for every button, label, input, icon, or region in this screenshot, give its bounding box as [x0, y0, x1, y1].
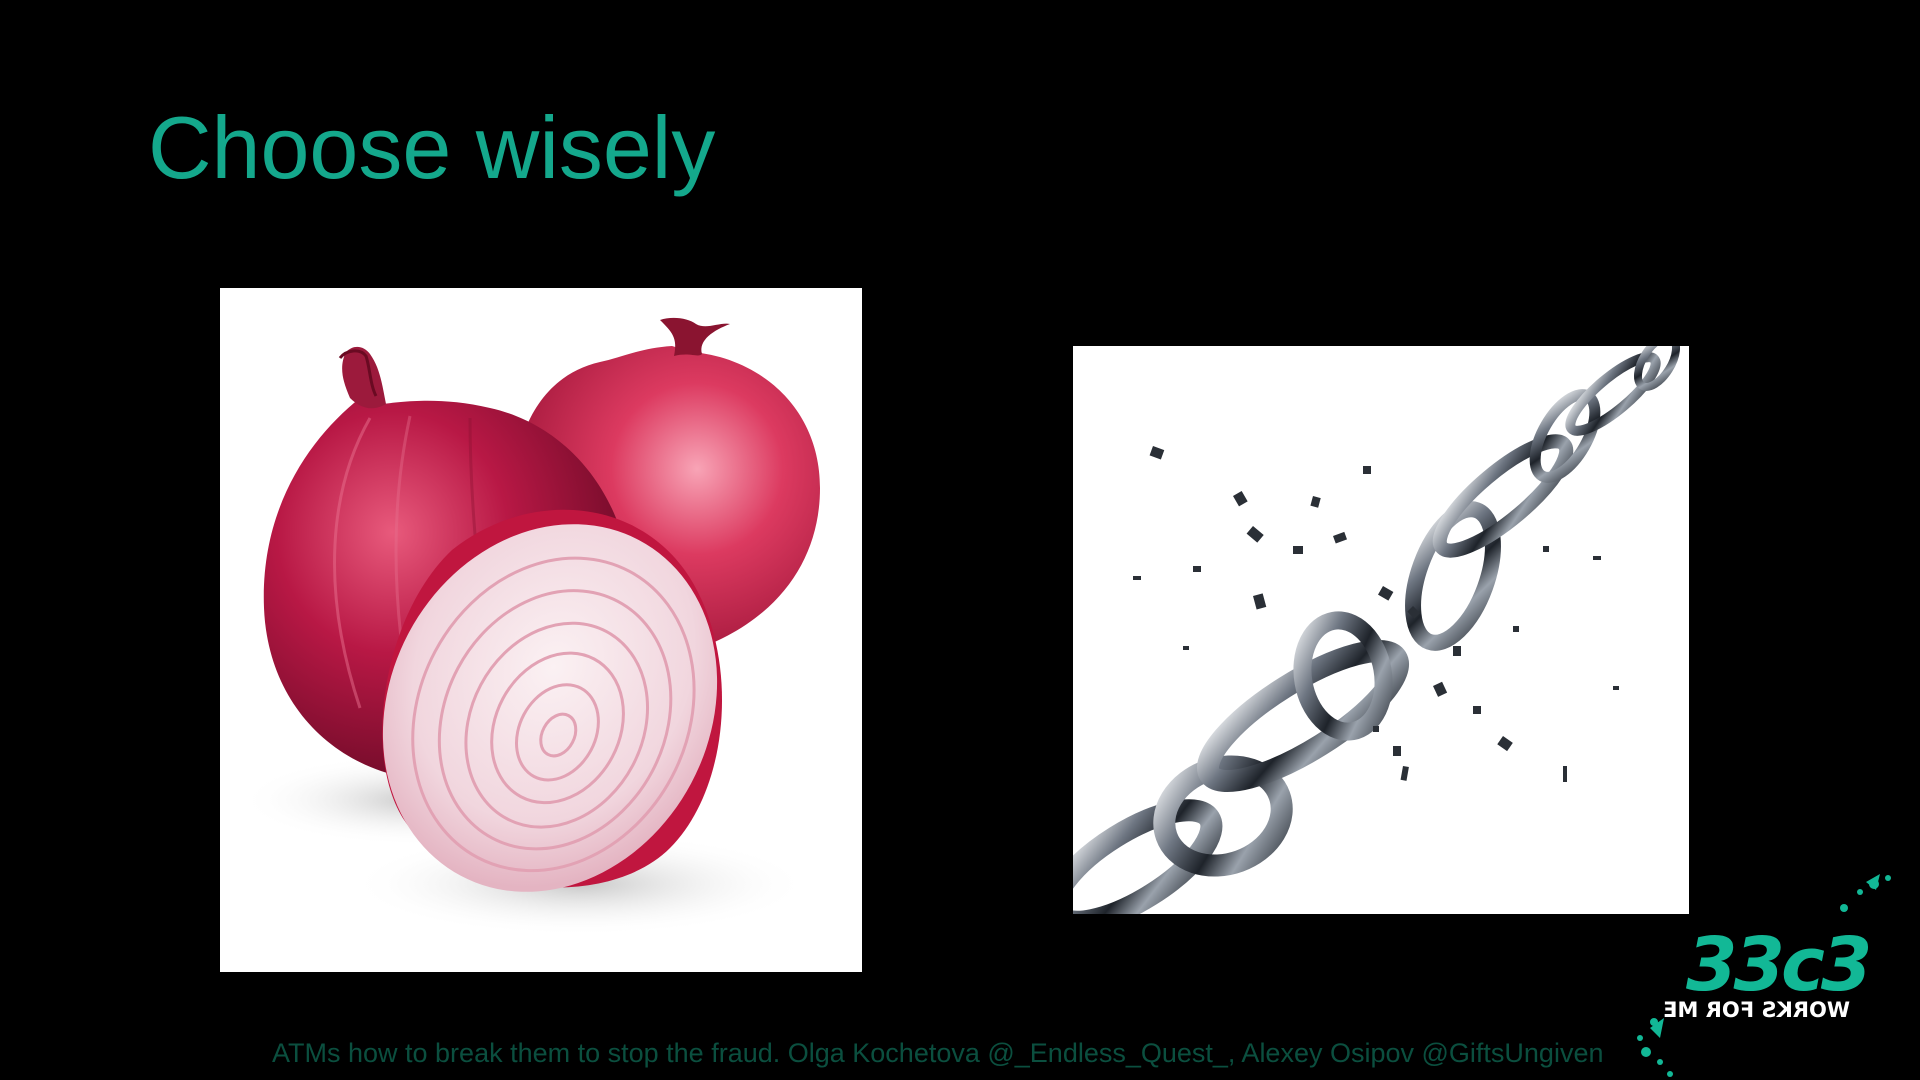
- slide: Choose wisely ATMs how to break them to …: [0, 0, 1920, 1080]
- red-onion-image: [220, 288, 862, 972]
- footer-caption: ATMs how to break them to stop the fraud…: [272, 1038, 1604, 1068]
- broken-chain-icon: [1073, 346, 1681, 914]
- slide-title: Choose wisely: [148, 98, 716, 197]
- conference-logo: 33c3 WORKS FOR ME: [1630, 868, 1910, 1080]
- logo-motto: WORKS FOR ME: [1663, 998, 1850, 1022]
- red-onion-icon: [240, 317, 820, 936]
- logo-wordmark: 33c3: [1686, 922, 1872, 1008]
- logo-motto-text: WORKS FOR ME: [1663, 998, 1850, 1022]
- broken-chain-image: [1073, 346, 1689, 914]
